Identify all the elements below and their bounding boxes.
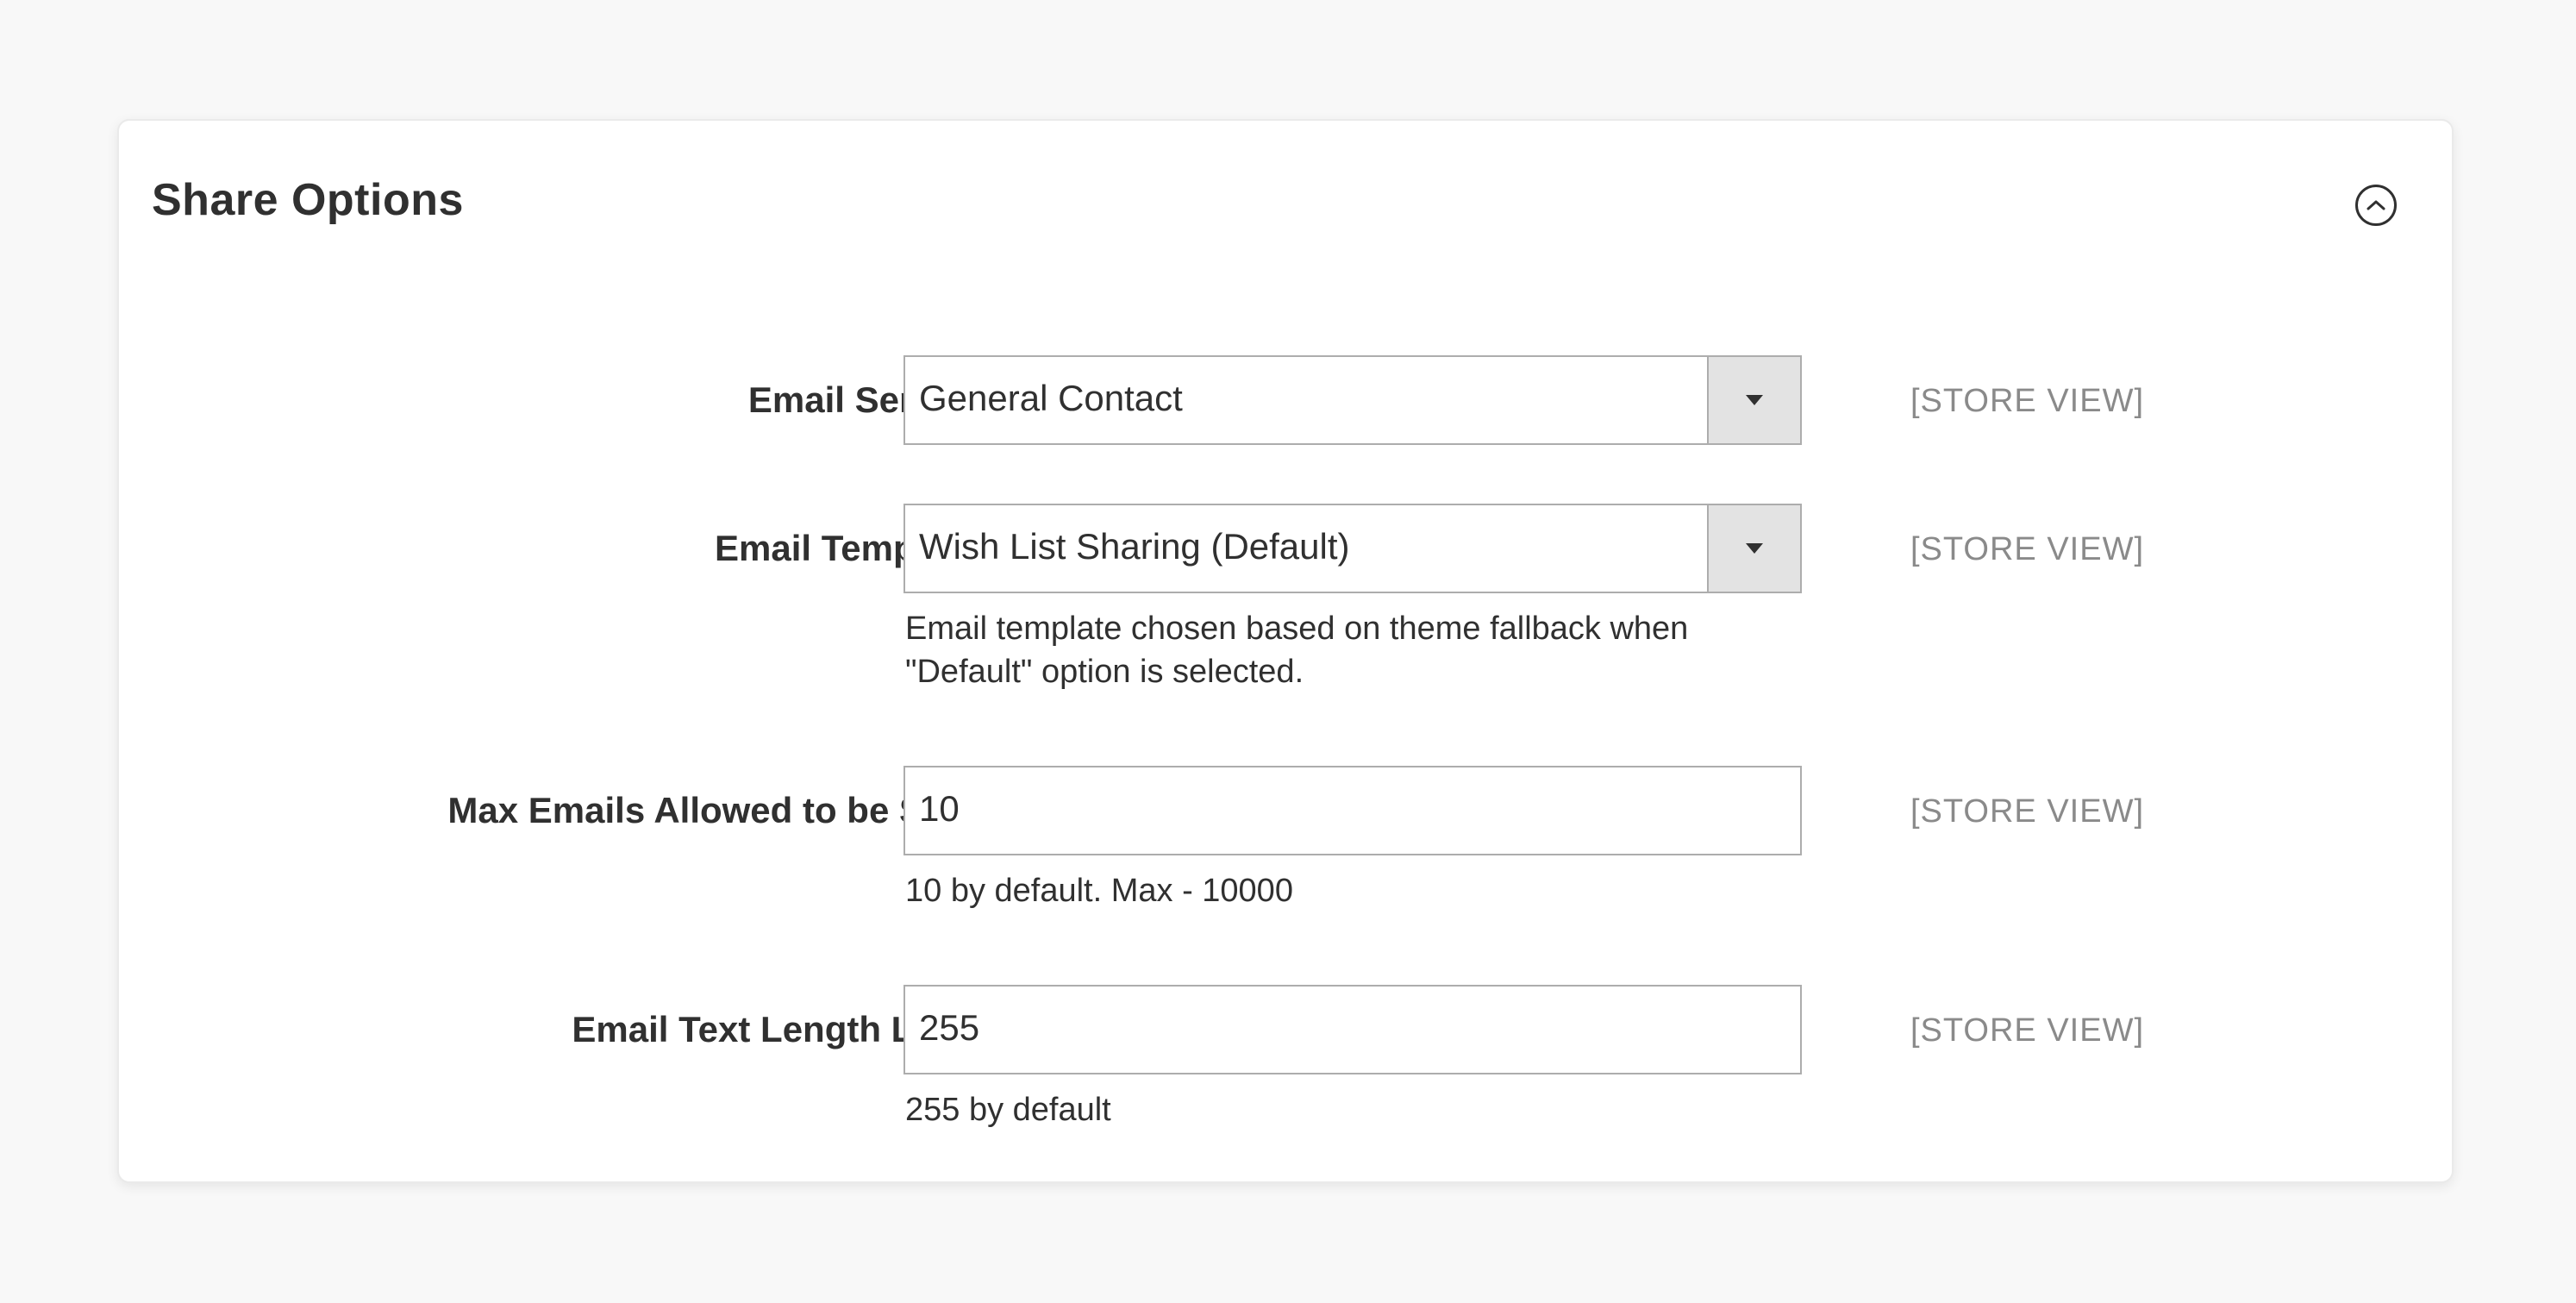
email-template-value: Wish List Sharing (Default) bbox=[919, 526, 1350, 567]
share-options-panel: Share Options Email Sender General Conta… bbox=[117, 119, 2454, 1183]
caret-down-icon bbox=[1746, 395, 1763, 405]
max-emails-label: Max Emails Allowed to be Sent bbox=[447, 790, 978, 830]
email-template-dropdown-button[interactable] bbox=[1707, 505, 1800, 592]
email-template-note: Email template chosen based on theme fal… bbox=[905, 607, 1802, 693]
max-emails-input[interactable]: 10 bbox=[903, 766, 1802, 855]
email-sender-scope: [STORE VIEW] bbox=[1910, 383, 2145, 419]
email-template-note-line-2: "Default" option is selected. bbox=[905, 654, 1304, 690]
text-length-value: 255 bbox=[919, 1007, 980, 1048]
caret-down-icon bbox=[1746, 543, 1763, 554]
max-emails-note: 10 by default. Max - 10000 bbox=[905, 873, 1293, 909]
email-template-select[interactable]: Wish List Sharing (Default) bbox=[903, 504, 1802, 593]
email-template-note-line-1: Email template chosen based on theme fal… bbox=[905, 611, 1689, 647]
chevron-up-icon bbox=[2367, 200, 2385, 210]
email-sender-select[interactable]: General Contact bbox=[903, 355, 1802, 445]
email-template-scope: [STORE VIEW] bbox=[1910, 531, 2145, 567]
collapse-button[interactable] bbox=[2355, 185, 2397, 226]
panel-title: Share Options bbox=[152, 175, 464, 225]
text-length-note: 255 by default bbox=[905, 1092, 1111, 1128]
text-length-scope: [STORE VIEW] bbox=[1910, 1012, 2145, 1049]
email-sender-value: General Contact bbox=[919, 378, 1183, 418]
text-length-input[interactable]: 255 bbox=[903, 985, 1802, 1074]
max-emails-value: 10 bbox=[919, 788, 960, 829]
max-emails-scope: [STORE VIEW] bbox=[1910, 793, 2145, 830]
email-sender-dropdown-button[interactable] bbox=[1707, 357, 1800, 443]
